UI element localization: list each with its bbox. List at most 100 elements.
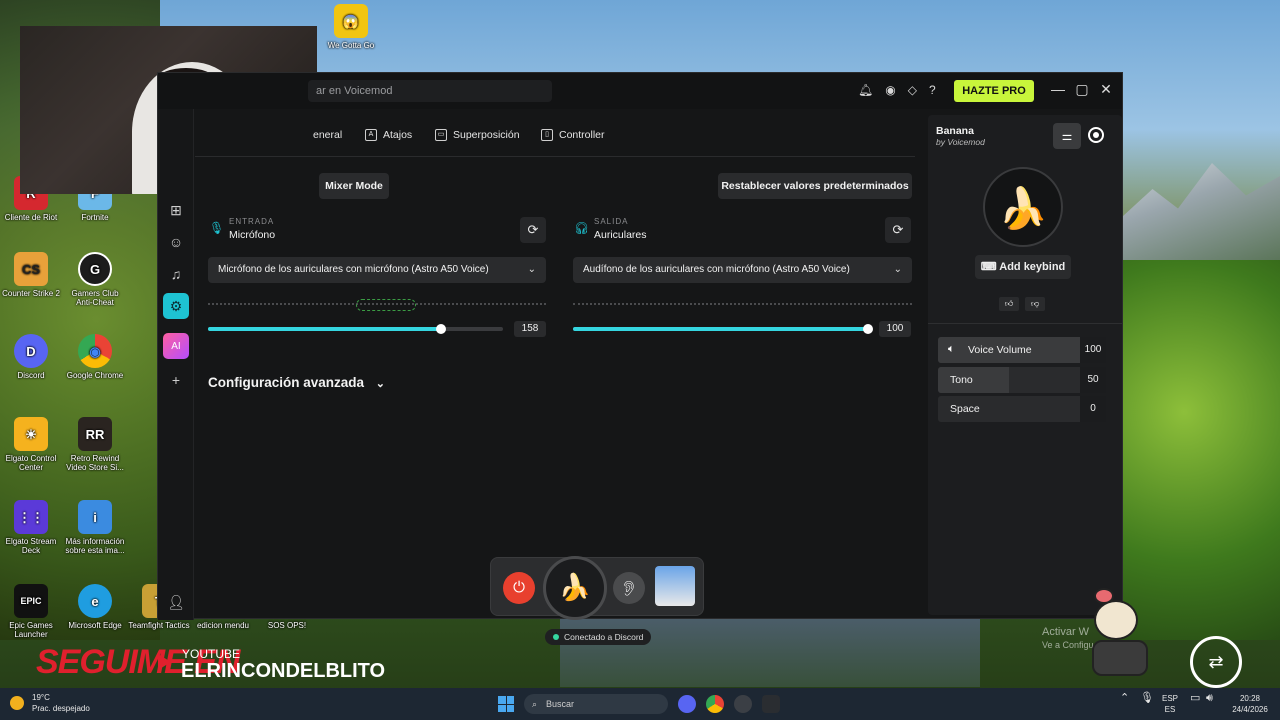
tab-superposicion[interactable]: ▭ Superposición xyxy=(435,129,520,141)
language-indicator[interactable]: ESP ES xyxy=(1162,693,1178,715)
tag-icon[interactable]: ◇ xyxy=(908,83,917,97)
tab-label: Atajos xyxy=(383,129,413,141)
output-refresh-button[interactable]: ⟳ xyxy=(885,217,911,243)
desktop-icon-stream-deck[interactable]: ⋮⋮ Elgato Stream Deck xyxy=(0,500,62,555)
input-refresh-button[interactable]: ⟳ xyxy=(520,217,546,243)
desktop-icon-counter-strike[interactable]: CS Counter Strike 2 xyxy=(0,252,62,298)
chevron-down-icon: ⌄ xyxy=(527,264,536,275)
desktop-icon-retro-rewind[interactable]: RR Retro Rewind Video Store Si... xyxy=(64,417,126,472)
sidebar-apps-icon[interactable]: ⊞ xyxy=(163,197,189,223)
input-volume-fill xyxy=(208,327,442,331)
maximize-icon[interactable]: ▢ xyxy=(1072,81,1092,98)
desktop-icon-elgato-control[interactable]: ☀ Elgato Control Center xyxy=(0,417,62,472)
param-label: Space xyxy=(950,403,980,415)
mascot-cartoon xyxy=(1064,588,1174,688)
thumbs-up-icon[interactable]: 👍︎ xyxy=(999,297,1019,311)
output-volume-slider[interactable] xyxy=(573,324,873,334)
desktop-icon-label: edicion mendu xyxy=(196,621,250,630)
desktop-icon-epic[interactable]: EPIC Epic Games Launcher xyxy=(0,584,62,639)
input-level-meter xyxy=(208,299,546,311)
add-keybind-button[interactable]: ⌨ Add keybind xyxy=(975,255,1071,279)
tab-controller[interactable]: ▯ Controller xyxy=(541,129,605,141)
search-input[interactable]: ar en Voicemod xyxy=(308,80,552,102)
desktop-icon-label: Más información sobre esta ima... xyxy=(65,537,125,555)
taskbar-chrome-icon[interactable] xyxy=(706,695,724,713)
settings-tabs: eneral A Atajos ▭ Superposición ▯ Contro… xyxy=(195,123,915,157)
record-icon[interactable] xyxy=(1088,127,1104,143)
reset-defaults-button[interactable]: Restablecer valores predeterminados xyxy=(718,173,912,199)
gamers-club-icon: G xyxy=(78,252,112,286)
weather-moon-icon xyxy=(10,696,24,710)
input-volume-slider[interactable] xyxy=(208,324,503,334)
desktop-icon-edicion[interactable]: edicion mendu xyxy=(192,621,254,630)
hear-myself-icon[interactable]: 👂︎ xyxy=(613,572,645,604)
volume-icon[interactable]: 🔊︎ xyxy=(1206,693,1213,704)
user-avatar[interactable] xyxy=(655,566,695,606)
power-icon[interactable]: ⏻ xyxy=(503,572,535,604)
title-bar: ar en Voicemod 🔔︎ ◉ ◇ ? HAZTE PRO — ▢ ✕ xyxy=(158,73,1122,109)
sidebar-settings-icon[interactable]: ⚙ xyxy=(163,293,189,319)
desktop-icon-image-info[interactable]: i Más información sobre esta ima... xyxy=(64,500,126,555)
param-value[interactable]: 0 xyxy=(1080,396,1106,422)
desktop-icon-we-gotta-go[interactable]: 😱 We Gotta Go xyxy=(320,4,382,50)
sidebar-voices-icon[interactable]: ☺ xyxy=(163,229,189,255)
help-icon[interactable]: ? xyxy=(929,83,936,97)
taskbar-voicemod-icon[interactable] xyxy=(762,695,780,713)
param-tono[interactable]: Tono 50 xyxy=(938,367,1106,393)
tab-atajos[interactable]: A Atajos xyxy=(365,129,412,141)
output-device-value: Audífono de los auriculares con micrófon… xyxy=(583,264,850,275)
edge-icon: e xyxy=(78,584,112,618)
sidebar-voicelab-icon[interactable]: AI xyxy=(163,333,189,359)
current-voice-banana-icon[interactable]: 🍌 xyxy=(543,556,607,620)
advanced-settings-toggle[interactable]: Configuración avanzada ⌄ xyxy=(208,375,385,390)
desktop-icon-sos-ops[interactable]: SOS OPS! xyxy=(256,621,318,630)
discord-icon[interactable]: ◉ xyxy=(885,83,895,97)
controller-icon: ▯ xyxy=(541,129,553,141)
sidebar: ⊞ ☺ ♫ ⚙ AI + 👤︎ xyxy=(158,109,194,620)
desktop-icon-edge[interactable]: e Microsoft Edge xyxy=(64,584,126,630)
tray-mic-icon[interactable]: 🎙︎ xyxy=(1140,693,1154,704)
tray-chevron-icon[interactable]: ⌃ xyxy=(1120,693,1129,704)
input-device-select[interactable]: Micrófono de los auriculares con micrófo… xyxy=(208,257,546,283)
sidebar-profile-icon[interactable]: 👤︎ xyxy=(163,589,189,615)
chrome-icon: ◉ xyxy=(78,334,112,368)
param-value[interactable]: 50 xyxy=(1080,367,1106,393)
desktop-icon-label: Google Chrome xyxy=(66,371,124,380)
equalizer-icon[interactable]: ⚌ xyxy=(1053,123,1081,149)
param-value[interactable]: 100 xyxy=(1080,337,1106,363)
voicemod-window: ar en Voicemod 🔔︎ ◉ ◇ ? HAZTE PRO — ▢ ✕ … xyxy=(157,72,1123,645)
taskbar-discord-icon[interactable] xyxy=(678,695,696,713)
chevron-down-icon: ⌄ xyxy=(893,264,902,275)
desktop-icon-discord[interactable]: D Discord xyxy=(0,334,62,380)
desktop-icon-chrome[interactable]: ◉ Google Chrome xyxy=(64,334,126,380)
input-section-label: ENTRADA xyxy=(229,217,275,226)
param-voice-volume[interactable]: Voice Volume 🔈︎ 100 xyxy=(938,337,1106,363)
bell-icon[interactable]: 🔔︎ xyxy=(858,83,873,97)
network-icon[interactable]: ▭ xyxy=(1190,693,1200,704)
wallpaper-forest-right xyxy=(1120,260,1280,640)
sidebar-add-icon[interactable]: + xyxy=(163,367,189,393)
desktop-icon-label: Elgato Stream Deck xyxy=(5,537,57,555)
clock-time: 20:28 xyxy=(1239,694,1261,703)
sidebar-soundboard-icon[interactable]: ♫ xyxy=(163,261,189,287)
thumbs-down-icon[interactable]: 👎︎ xyxy=(1025,297,1045,311)
channel-logo-icon: ⇄ xyxy=(1190,636,1242,688)
start-icon[interactable] xyxy=(498,696,514,712)
output-volume-knob[interactable] xyxy=(863,324,873,334)
tab-general[interactable]: eneral xyxy=(313,129,342,141)
desktop-icon-gamers-club[interactable]: G Gamers Club Anti-Cheat xyxy=(64,252,126,307)
taskbar-search-input[interactable]: ⌕ Buscar xyxy=(524,694,668,714)
taskbar-obs-icon[interactable] xyxy=(734,695,752,713)
weather-widget[interactable]: 19°C Prac. despejado xyxy=(32,692,90,714)
clock-date: 24/4/2026 xyxy=(1232,705,1268,714)
close-icon[interactable]: ✕ xyxy=(1096,81,1116,98)
output-device-select[interactable]: Audífono de los auriculares con micrófon… xyxy=(573,257,912,283)
minimize-icon[interactable]: — xyxy=(1048,81,1068,97)
hazte-pro-button[interactable]: HAZTE PRO xyxy=(954,80,1034,102)
search-icon: ⌕ xyxy=(532,699,538,709)
mixer-mode-button[interactable]: Mixer Mode xyxy=(319,173,389,199)
clock[interactable]: 20:28 24/4/2026 xyxy=(1228,693,1272,715)
input-volume-knob[interactable] xyxy=(436,324,447,334)
param-space[interactable]: Space 0 xyxy=(938,396,1106,422)
chevron-down-icon: ⌄ xyxy=(375,378,386,390)
